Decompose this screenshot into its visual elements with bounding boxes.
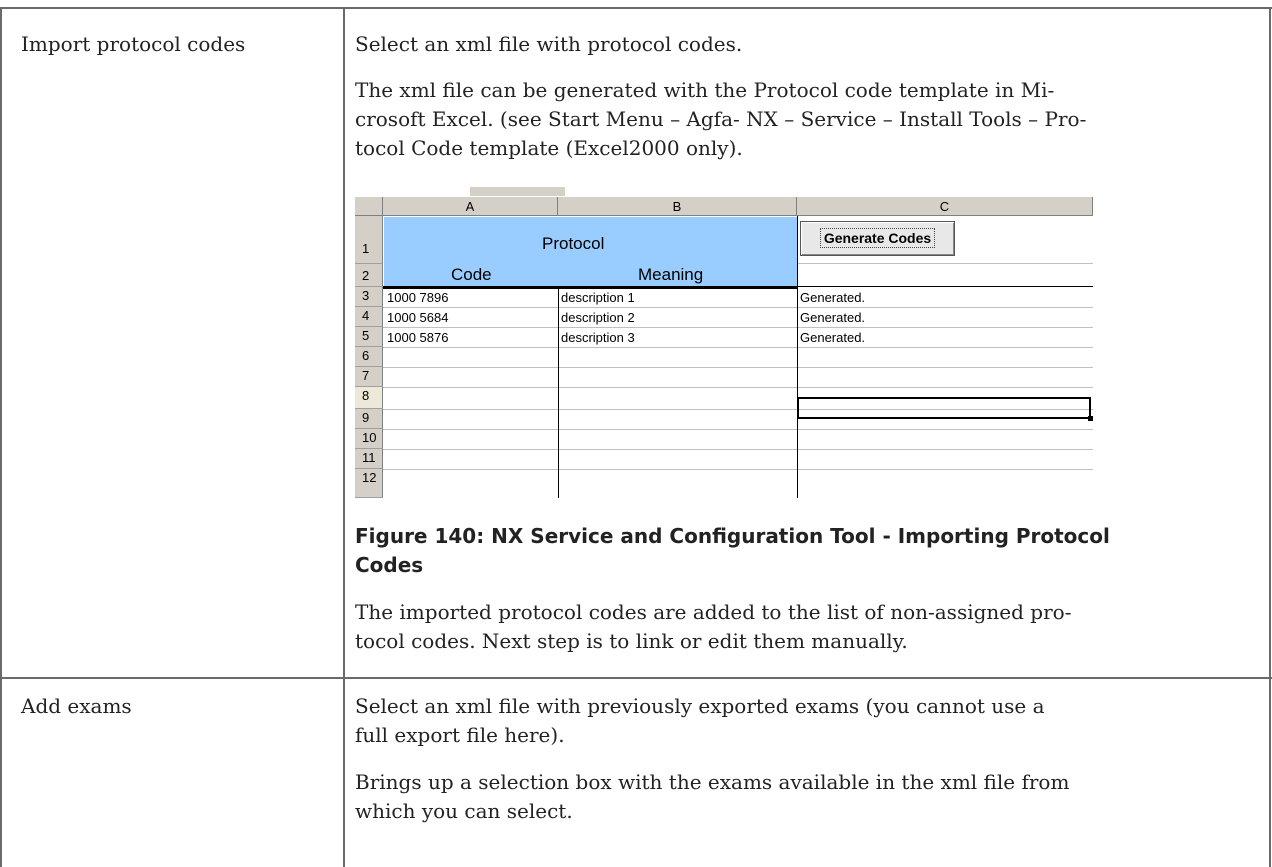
figure-caption-continued: Codes	[355, 553, 424, 577]
protocol-header: Protocol	[542, 234, 605, 253]
row-header-5[interactable]: 5	[355, 327, 383, 347]
column-gridline-b	[797, 216, 798, 498]
paragraph-line: which you can select.	[355, 799, 573, 823]
paragraph-line: tocol Code template (Excel2000 only).	[355, 136, 743, 160]
gridline	[383, 307, 1093, 308]
gridline	[383, 387, 1093, 388]
gridline	[383, 449, 1093, 450]
cell-a5[interactable]: 1000 5876	[387, 328, 448, 347]
row-header-2[interactable]: 2	[355, 264, 383, 287]
paragraph-line: Brings up a selection box with the exams…	[355, 770, 1070, 794]
gridline	[383, 327, 1093, 328]
row-header-12[interactable]: 12	[355, 469, 383, 498]
column-header-a[interactable]: A	[383, 197, 558, 216]
fill-handle[interactable]	[1088, 416, 1093, 421]
gridline	[383, 367, 1093, 368]
row-label-add-exams: Add exams	[21, 694, 132, 718]
column-gridline-a	[558, 289, 559, 498]
cell-c5[interactable]: Generated.	[800, 328, 865, 347]
gridline	[797, 286, 1093, 287]
spreadsheet-figure: A B C 1 2 3 4 5 6 7 8 9 10 11 12 Protoco…	[355, 187, 1093, 498]
paragraph-line: The imported protocol codes are added to…	[355, 600, 1072, 624]
meaning-header: Meaning	[638, 265, 704, 284]
row-header-4[interactable]: 4	[355, 307, 383, 327]
table-right-border	[1269, 7, 1271, 867]
gridline	[797, 263, 1093, 264]
row-divider	[0, 677, 1272, 679]
row-label-import-protocol-codes: Import protocol codes	[21, 32, 246, 56]
table-top-border	[0, 7, 1272, 9]
paragraph-line: Select an xml file with previously expor…	[355, 694, 1045, 718]
row-header-6[interactable]: 6	[355, 347, 383, 367]
table-left-border	[0, 7, 2, 867]
cell-a3[interactable]: 1000 7896	[387, 288, 448, 307]
gridline	[383, 429, 1093, 430]
paragraph-line: The xml file can be generated with the P…	[355, 78, 1055, 102]
generate-codes-button[interactable]: Generate Codes	[800, 221, 955, 256]
sheet-top-corner	[470, 187, 565, 196]
cell-c4[interactable]: Generated.	[800, 308, 865, 327]
paragraph-line: tocol codes. Next step is to link or edi…	[355, 629, 908, 653]
column-divider	[343, 7, 345, 867]
paragraph-line: crosoft Excel. (see Start Menu – Agfa- N…	[355, 107, 1087, 131]
cell-c3[interactable]: Generated.	[800, 288, 865, 307]
row-header-8[interactable]: 8	[355, 387, 383, 409]
figure-caption: Figure 140: NX Service and Configuration…	[355, 524, 1110, 548]
column-header-b[interactable]: B	[558, 197, 797, 216]
row-header-1[interactable]: 1	[355, 216, 383, 264]
cell-b4[interactable]: description 2	[561, 308, 635, 327]
row-header-3[interactable]: 3	[355, 287, 383, 307]
row-header-11[interactable]: 11	[355, 449, 383, 469]
row-header-7[interactable]: 7	[355, 367, 383, 387]
row-header-9[interactable]: 9	[355, 409, 383, 429]
gridline	[383, 469, 1093, 470]
gridline	[383, 347, 1093, 348]
selected-cell-c8[interactable]	[797, 397, 1091, 419]
cell-a4[interactable]: 1000 5684	[387, 308, 448, 327]
column-header-c[interactable]: C	[797, 197, 1093, 216]
cell-b3[interactable]: description 1	[561, 288, 635, 307]
code-header: Code	[451, 265, 492, 284]
select-all-corner	[355, 197, 383, 216]
row-header-10[interactable]: 10	[355, 429, 383, 449]
paragraph-select-xml: Select an xml file with protocol codes.	[355, 32, 743, 56]
paragraph-line: full export file here).	[355, 723, 565, 747]
generate-codes-label: Generate Codes	[819, 228, 936, 248]
cell-b5[interactable]: description 3	[561, 328, 635, 347]
